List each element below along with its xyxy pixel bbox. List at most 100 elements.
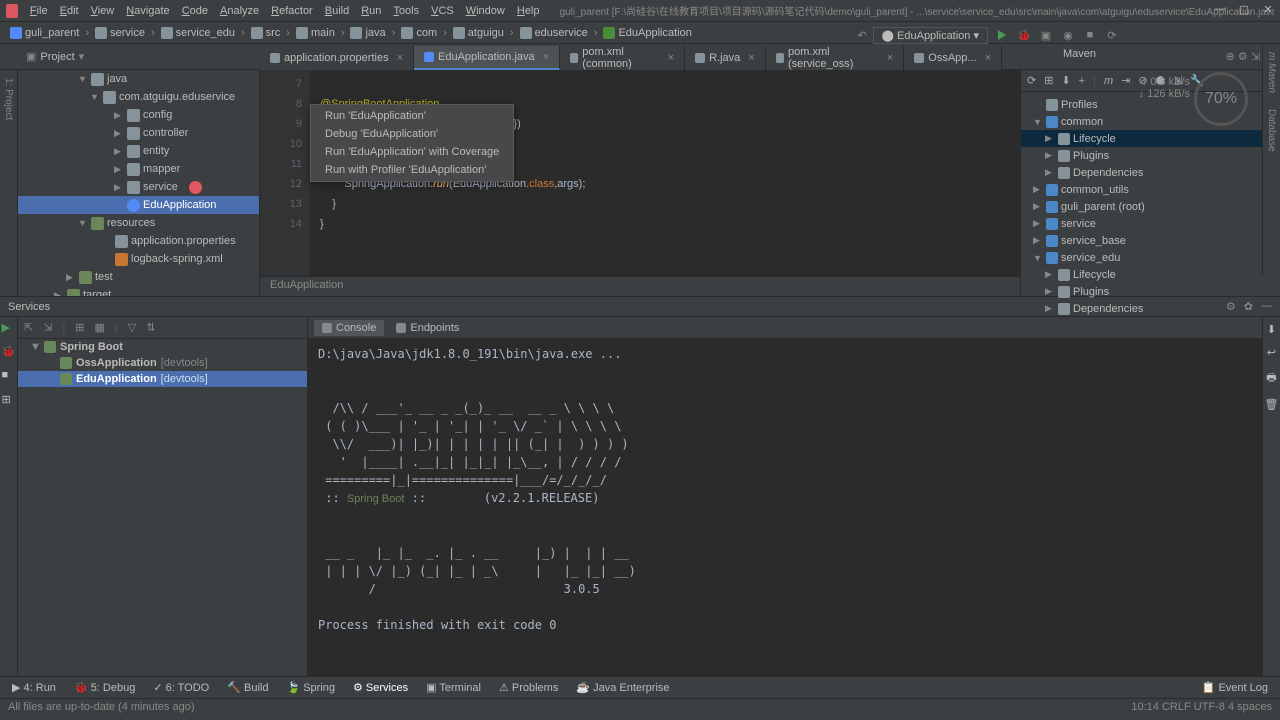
maven-tree-item[interactable]: ▶Lifecycle: [1021, 130, 1280, 147]
service-item[interactable]: ▼Spring Boot: [18, 339, 307, 355]
status-tool[interactable]: ☕ Java Enterprise: [568, 679, 677, 696]
maven-tool-label[interactable]: Maven: [1063, 48, 1096, 60]
editor-breadcrumb[interactable]: EduApplication: [260, 276, 1020, 296]
menu-edit[interactable]: Edit: [54, 3, 85, 19]
coverage-button[interactable]: ▣: [1038, 27, 1054, 43]
maven-generate-icon[interactable]: ⊞: [1044, 74, 1053, 87]
tree-item[interactable]: ▼com.atguigu.eduservice: [18, 88, 259, 106]
menu-refactor[interactable]: Refactor: [265, 3, 319, 19]
context-menu-item[interactable]: Debug 'EduApplication': [311, 125, 513, 143]
print-icon[interactable]: 🖶: [1266, 369, 1276, 388]
expand-icon[interactable]: ⇱: [24, 321, 33, 334]
profile-button[interactable]: ◉: [1060, 27, 1076, 43]
run-button[interactable]: [994, 27, 1010, 43]
status-tool[interactable]: ▶ 4: Run: [4, 679, 64, 696]
status-tool[interactable]: 🔨 Build: [219, 679, 276, 696]
breadcrumb-item[interactable]: main: [292, 26, 339, 40]
tree-item[interactable]: ▶controller: [18, 124, 259, 142]
tree-item[interactable]: application.properties: [18, 232, 259, 250]
scroll-end-icon[interactable]: ⬇: [1267, 323, 1276, 336]
maven-tree-item[interactable]: ▶Dependencies: [1021, 164, 1280, 181]
tree-item[interactable]: ▶mapper: [18, 160, 259, 178]
tree-item[interactable]: ▶target: [18, 286, 259, 296]
breadcrumb-item[interactable]: service_edu: [157, 26, 239, 40]
soft-wrap-icon[interactable]: ↩: [1267, 346, 1276, 359]
maven-download-icon[interactable]: ⬇: [1061, 74, 1070, 87]
menu-view[interactable]: View: [85, 3, 121, 19]
tree-item[interactable]: ▶test: [18, 268, 259, 286]
editor-tab[interactable]: R.java×: [685, 46, 766, 70]
maven-tree-item[interactable]: ▼service_edu: [1021, 249, 1280, 266]
status-tool[interactable]: 🍃 Spring: [278, 679, 343, 696]
menu-window[interactable]: Window: [460, 3, 511, 19]
context-menu-item[interactable]: Run with Profiler 'EduApplication': [311, 161, 513, 179]
status-tool[interactable]: ⚠ Problems: [491, 679, 566, 696]
services-gear-icon[interactable]: ✿: [1244, 300, 1253, 313]
group-icon[interactable]: ⊞: [75, 321, 84, 334]
breadcrumb-item[interactable]: src: [247, 26, 285, 40]
status-tool[interactable]: ▣ Terminal: [418, 679, 489, 696]
status-tool[interactable]: ⚙ Services: [345, 679, 416, 696]
menu-help[interactable]: Help: [511, 3, 546, 19]
service-item[interactable]: OssApplication [devtools]: [18, 355, 307, 371]
sort-icon[interactable]: ⇅: [146, 321, 155, 334]
context-menu-item[interactable]: Run 'EduApplication' with Coverage: [311, 143, 513, 161]
event-log[interactable]: 📋 Event Log: [1194, 679, 1276, 696]
breadcrumb-item[interactable]: service: [91, 26, 149, 40]
maven-reload-icon[interactable]: ⟳: [1027, 74, 1036, 87]
breadcrumb-item[interactable]: guli_parent: [6, 26, 83, 40]
tree-item[interactable]: ▼java: [18, 70, 259, 88]
context-menu-item[interactable]: Run 'EduApplication': [311, 107, 513, 125]
minimize-button[interactable]: —: [1212, 2, 1228, 16]
editor-tab[interactable]: application.properties×: [260, 46, 414, 70]
maven-tab[interactable]: m Maven: [1266, 52, 1277, 93]
menu-build[interactable]: Build: [319, 3, 355, 19]
menu-navigate[interactable]: Navigate: [120, 3, 175, 19]
menu-analyze[interactable]: Analyze: [214, 3, 265, 19]
cpu-gauge[interactable]: 70%: [1194, 72, 1248, 126]
console-tab[interactable]: Endpoints: [388, 320, 467, 336]
editor-tab[interactable]: pom.xml (service_oss)×: [766, 46, 905, 70]
update-button[interactable]: ⟳: [1104, 27, 1120, 43]
status-tool[interactable]: 🐞 5: Debug: [66, 679, 143, 696]
run-service-icon[interactable]: ▶: [2, 321, 16, 335]
project-tree[interactable]: ▼java▼com.atguigu.eduservice▶config▶cont…: [18, 70, 260, 296]
tree-item[interactable]: ▼resources: [18, 214, 259, 232]
editor-tab[interactable]: OssApp...×: [904, 46, 1002, 70]
back-icon[interactable]: ↶: [857, 29, 866, 42]
service-item[interactable]: EduApplication [devtools]: [18, 371, 307, 387]
maximize-button[interactable]: ▢: [1236, 2, 1252, 16]
run-config-selector[interactable]: ⬤ EduApplication ▾: [873, 27, 988, 44]
debug-button[interactable]: 🐞: [1016, 27, 1032, 43]
console-output[interactable]: D:\java\Java\jdk1.8.0_191\bin\java.exe .…: [308, 339, 1262, 676]
maven-add-icon[interactable]: +: [1079, 75, 1085, 87]
database-tab[interactable]: Database: [1266, 109, 1277, 152]
maven-tree-item[interactable]: ▶Plugins: [1021, 147, 1280, 164]
maven-tree-item[interactable]: ▶service: [1021, 215, 1280, 232]
project-tool-label[interactable]: ▣Project▾: [18, 50, 92, 63]
maven-run-icon[interactable]: m: [1104, 75, 1113, 87]
clear-icon[interactable]: 🗑: [1265, 398, 1279, 411]
console-tab[interactable]: Console: [314, 320, 384, 336]
services-tree[interactable]: ⇱ ⇲ | ⊞ ▦ | ▽ ⇅ ▼Spring Boot OssApplicat…: [18, 317, 308, 676]
maven-exec-icon[interactable]: ⇥: [1121, 74, 1130, 87]
close-button[interactable]: ✕: [1260, 2, 1276, 16]
menu-tools[interactable]: Tools: [387, 3, 425, 19]
breadcrumb-item[interactable]: EduApplication: [599, 26, 695, 40]
menu-run[interactable]: Run: [355, 3, 387, 19]
services-settings-icon[interactable]: ⚙: [1226, 300, 1236, 313]
view-icon[interactable]: ▦: [95, 321, 105, 334]
services-minimize-icon[interactable]: —: [1261, 300, 1272, 313]
project-tab[interactable]: 1: Project: [3, 78, 14, 120]
tree-item[interactable]: ▶config: [18, 106, 259, 124]
breadcrumb-item[interactable]: com: [397, 26, 441, 40]
menu-code[interactable]: Code: [176, 3, 214, 19]
stop-service-icon[interactable]: ■: [2, 369, 16, 383]
breadcrumb-item[interactable]: java: [346, 26, 389, 40]
filter-services-icon[interactable]: ▽: [128, 321, 136, 334]
maven-tree-item[interactable]: ▶guli_parent (root): [1021, 198, 1280, 215]
status-tool[interactable]: ✓ 6: TODO: [145, 679, 217, 696]
editor-tab[interactable]: EduApplication.java×: [414, 46, 560, 70]
breadcrumb-item[interactable]: atguigu: [449, 26, 508, 40]
tree-item[interactable]: ▶entity: [18, 142, 259, 160]
